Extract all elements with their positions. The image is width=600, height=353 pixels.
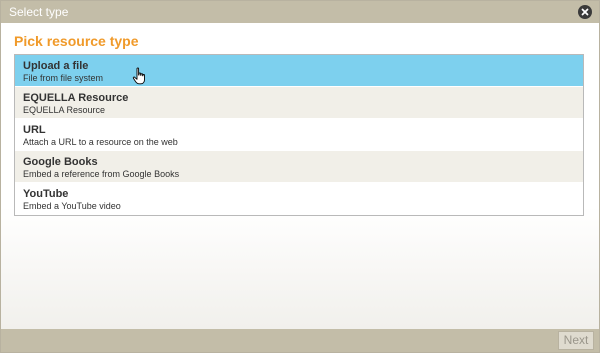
type-item-name: Google Books bbox=[23, 156, 98, 168]
select-type-dialog: Select type Pick resource type Upload a … bbox=[0, 0, 600, 353]
dialog-footer: Next bbox=[1, 329, 599, 352]
resource-type-list: Upload a file File from file system EQUE… bbox=[14, 54, 584, 216]
type-item-description: Embed a YouTube video bbox=[23, 201, 121, 211]
type-item-description: EQUELLA Resource bbox=[23, 105, 106, 115]
page-heading: Pick resource type bbox=[14, 33, 139, 49]
close-icon bbox=[581, 8, 589, 16]
close-button[interactable] bbox=[578, 5, 592, 19]
type-item-url[interactable]: URL Attach a URL to a resource on the we… bbox=[15, 119, 583, 151]
dialog-titlebar: Select type bbox=[1, 1, 599, 23]
type-item-description: File from file system bbox=[23, 73, 104, 83]
dialog-body: Pick resource type Upload a file File fr… bbox=[1, 23, 599, 329]
type-item-name: YouTube bbox=[23, 188, 69, 200]
next-button[interactable]: Next bbox=[558, 331, 594, 350]
type-item-upload-file[interactable]: Upload a file File from file system bbox=[15, 55, 583, 87]
dialog-title: Select type bbox=[9, 5, 69, 19]
type-item-name: URL bbox=[23, 124, 46, 136]
type-item-description: Embed a reference from Google Books bbox=[23, 169, 180, 179]
type-item-name: EQUELLA Resource bbox=[23, 92, 129, 104]
type-item-google-books[interactable]: Google Books Embed a reference from Goog… bbox=[15, 151, 583, 183]
type-item-equella-resource[interactable]: EQUELLA Resource EQUELLA Resource bbox=[15, 87, 583, 119]
type-item-name: Upload a file bbox=[23, 60, 89, 72]
hand-cursor-icon bbox=[132, 67, 145, 85]
type-item-description: Attach a URL to a resource on the web bbox=[23, 137, 178, 147]
type-item-youtube[interactable]: YouTube Embed a YouTube video bbox=[15, 183, 583, 215]
